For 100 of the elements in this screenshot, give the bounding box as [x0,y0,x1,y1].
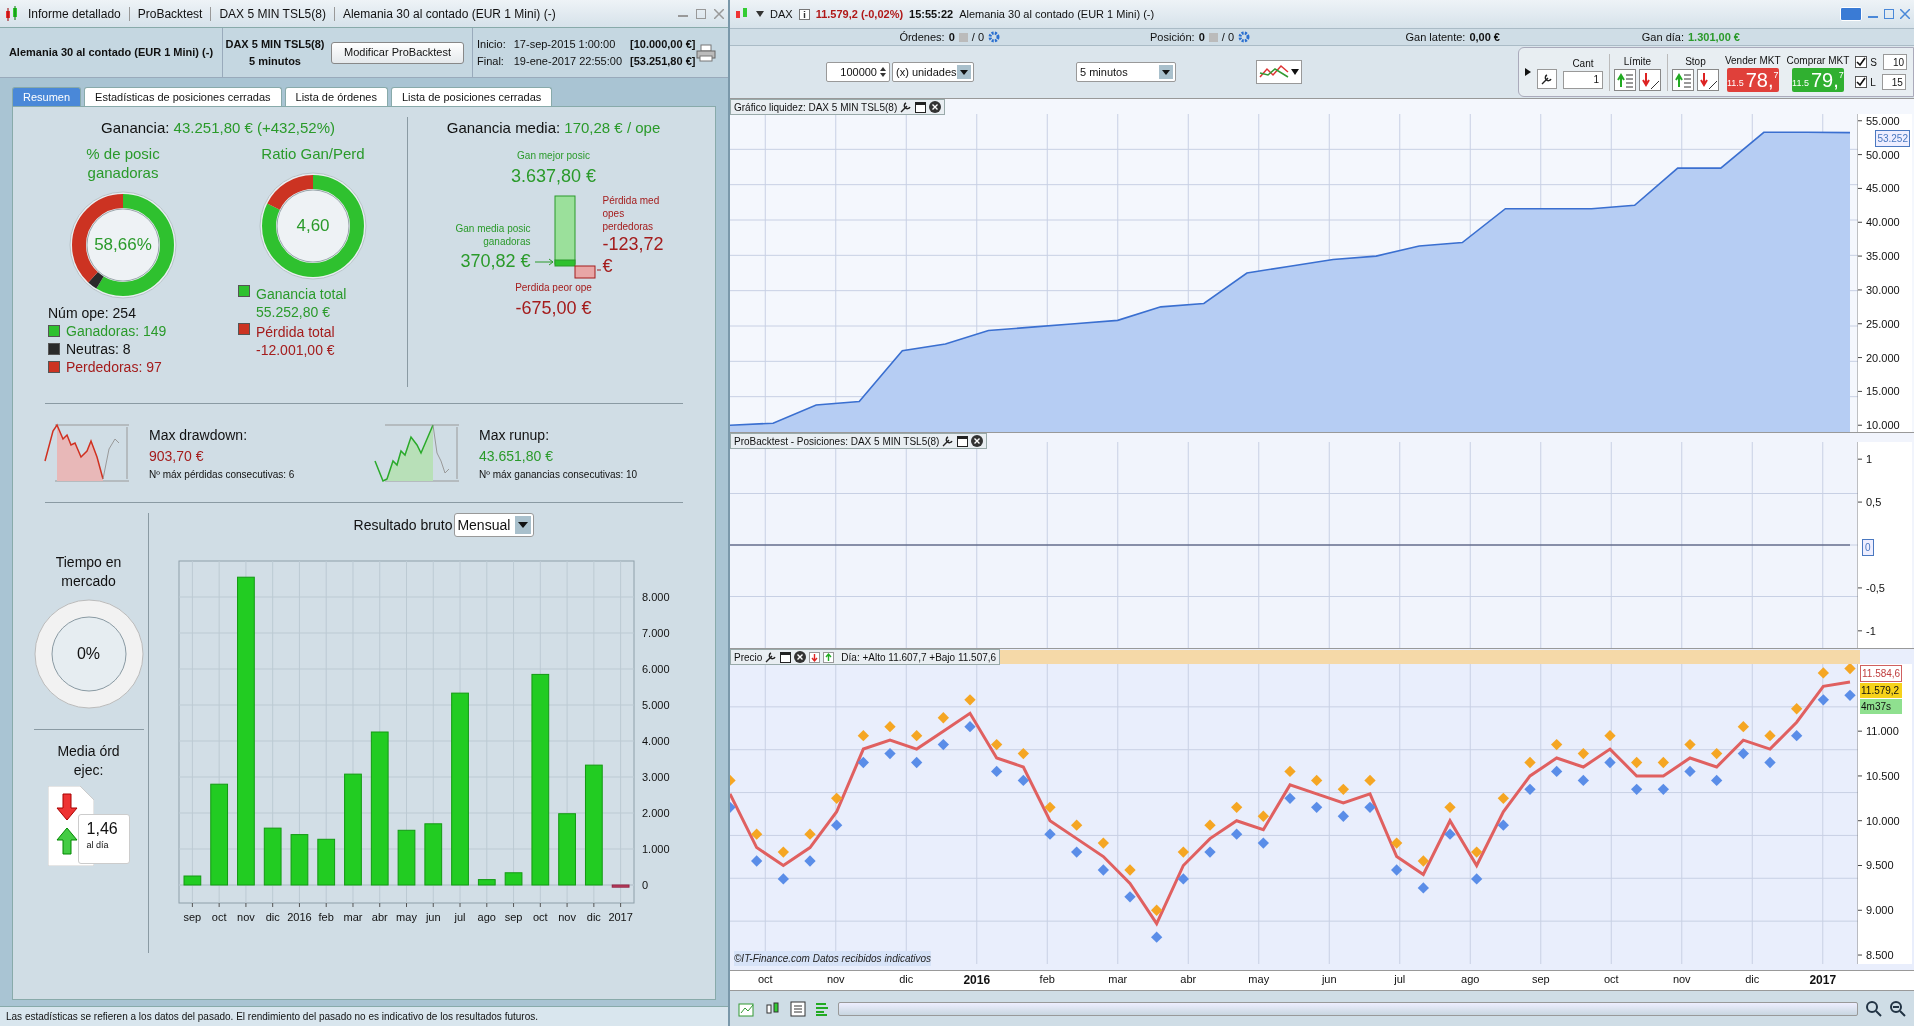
diamond-marker [1417,855,1429,867]
time-axis-label: oct [756,972,774,987]
diamond-marker [804,855,816,867]
candlestick-icon[interactable] [764,1000,782,1017]
worst-value: -675,00 € [515,296,592,320]
axis-tick-label: 10.000 [1866,419,1900,432]
chart-icon[interactable] [738,1000,756,1017]
sell-arrow-icon[interactable] [809,651,821,663]
indicator-button[interactable] [1256,60,1302,84]
diamond-marker [884,721,896,733]
diamond-marker [884,747,896,760]
diamond-marker [1284,765,1296,778]
axis-tick-label: 7.000 [642,627,670,639]
diamond-marker [1017,774,1029,787]
offset-field[interactable]: 10 [1883,54,1907,70]
latent-gain-label: Gan latente: [1405,29,1466,45]
timeframe-dropdown[interactable]: 5 minutos [1076,62,1176,82]
wrench-button[interactable] [1536,69,1557,89]
sell-order-icon[interactable] [1696,68,1719,91]
window-icon[interactable] [915,101,927,113]
quantity-field[interactable]: 100000 [826,62,890,82]
window-icon[interactable] [957,435,969,447]
diamond-marker [1071,819,1083,831]
axis-tick-label: 11.000 [1866,725,1899,738]
axis-tick-label: 35.000 [1866,250,1900,263]
diamond-marker [1177,846,1189,858]
close-icon[interactable] [971,435,984,447]
caret-icon[interactable] [756,11,764,17]
stop-label: Stop [1685,54,1706,69]
tab[interactable]: Resumen [12,87,82,106]
horizontal-scrollbar[interactable] [838,1001,1858,1016]
best-value: 3.637,80 € [510,164,597,188]
window-title: DAX 5 MIN TSL5(8) [219,5,326,23]
order-quantity-field[interactable]: 1 [1562,70,1603,89]
caret-icon [1159,65,1173,79]
gear-icon[interactable] [1238,31,1250,43]
diamond-marker [1817,667,1829,679]
tab[interactable]: Lista de posiciones cerradas [390,87,553,106]
result-label: Resultado bruto [353,515,453,535]
diamond-marker [730,801,736,813]
wrench-icon[interactable] [942,435,955,447]
tab[interactable]: Estadísticas de posiciones cerradas [84,87,282,106]
unit-dropdown[interactable]: (x) unidades [892,62,974,82]
average-win-label: Gan media posic ganadoras [454,221,531,248]
diamond-marker [1364,801,1376,813]
end-capital: [53.251,80 €] [630,53,696,69]
offset-field[interactable]: 15 [1881,74,1906,90]
tab[interactable]: Lista de órdenes [284,87,388,106]
modify-button[interactable]: Modificar ProBacktest [331,41,464,64]
legend-label: Pérdida total [256,322,335,341]
average-loss-label: Pérdida med opes perdedoras [602,193,661,233]
buy-order-icon[interactable] [1671,68,1694,91]
legend-label: Perdedoras: 97 [66,357,162,376]
axis-tick-label: 1.000 [642,843,670,855]
printer-icon[interactable] [696,43,716,62]
axis-tick-label: 5.000 [642,699,670,711]
diamond-marker [1684,765,1696,778]
diamond-marker [1257,810,1269,822]
info-icon[interactable] [798,8,810,20]
diamond-marker [1391,864,1403,876]
zoom-out-icon[interactable] [1890,1000,1906,1017]
diamond-marker [1471,846,1483,858]
legend-square [238,284,250,297]
buy-order-icon[interactable] [1613,68,1636,91]
axis-tick-label: jul [454,911,466,923]
diamond-marker [1017,747,1029,760]
diamond-marker [1044,801,1056,813]
zoom-in-icon[interactable] [1866,1000,1882,1017]
diamond-marker [751,855,763,867]
expand-icon[interactable] [1524,68,1531,76]
checkbox[interactable] [1855,56,1868,68]
diamond-marker [1071,846,1083,858]
close-icon[interactable] [794,651,807,663]
wrench-icon[interactable] [765,651,778,663]
buy-arrow-icon[interactable] [823,651,835,663]
period-dropdown[interactable]: Mensual [454,513,535,537]
legend-label: Neutras: 8 [66,339,131,358]
diamond-marker [751,828,763,840]
time-axis-label: may [1247,972,1271,987]
axis-tick-label: -0,5 [1866,581,1885,594]
keyboard-icon[interactable] [1840,7,1862,21]
maximize-icon[interactable] [1884,9,1894,19]
gain-value: 43.251,80 € (+432,52%) [173,119,335,136]
wrench-icon[interactable] [900,101,913,113]
axis-tick-label: 2016 [287,911,312,923]
time-axis-label: jul [1393,972,1407,987]
window-icon[interactable] [780,651,792,663]
end-date: 19-ene-2017 22:55:00 [513,53,622,69]
close-icon[interactable] [929,101,942,113]
axis-tick-label: 3.000 [642,771,670,783]
axis-tick-label: 2017 [608,911,633,923]
diamond-marker [831,792,843,804]
list-icon[interactable] [790,1000,806,1017]
gear-icon[interactable] [988,31,1000,43]
diamond-marker [1577,774,1589,787]
best-label: Gan mejor posic [517,148,590,163]
instrument-name: Alemania 30 al contado (EUR 1 Mini) (-) [959,6,1155,22]
axis-tick-label: dic [265,911,280,923]
checkbox[interactable] [1855,76,1868,88]
sell-order-icon[interactable] [1638,68,1661,91]
